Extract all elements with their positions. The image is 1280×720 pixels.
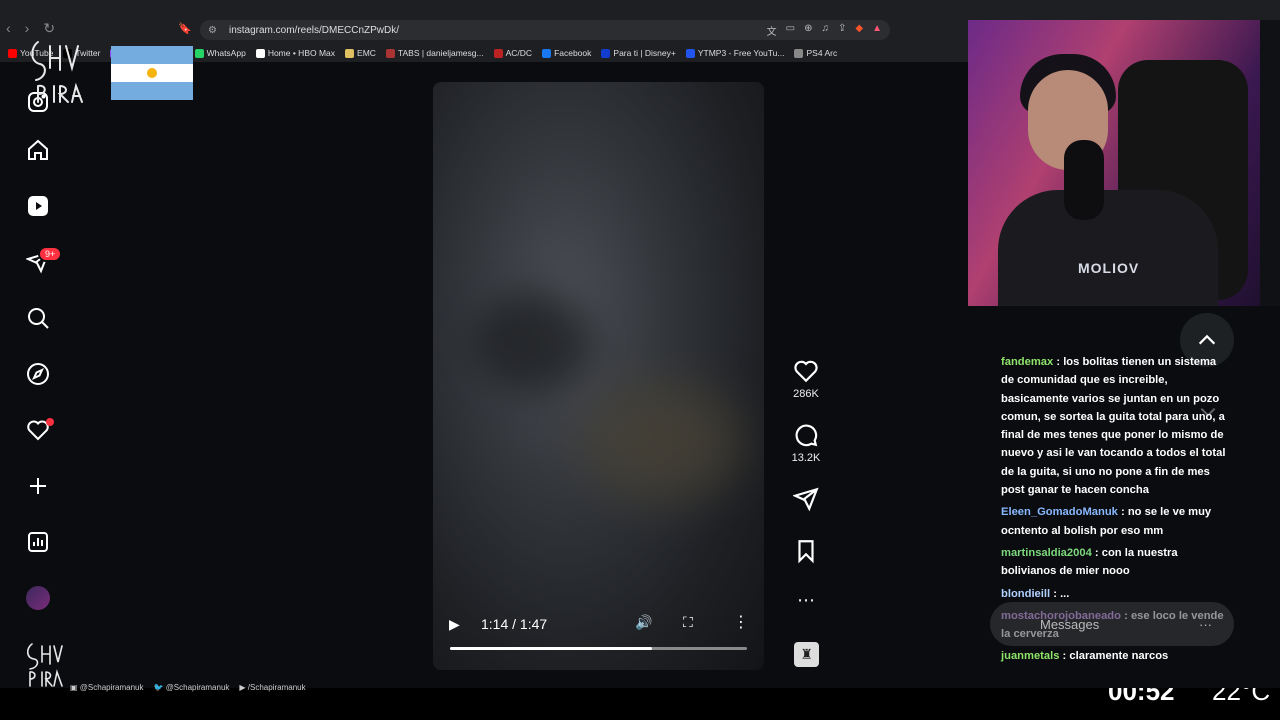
chat-username[interactable]: juanmetals — [1001, 650, 1059, 662]
site-settings-icon[interactable]: ⚙ — [208, 25, 217, 36]
bookmark-label: Home • HBO Max — [267, 48, 336, 58]
brave-shield-icon[interactable]: ◆ — [855, 23, 863, 38]
bookmark-item[interactable]: EMC — [345, 48, 376, 58]
bookmark-label: YTMP3 - Free YouTu... — [697, 48, 785, 58]
bookmark-item[interactable]: YTMP3 - Free YouTu... — [685, 48, 785, 58]
ytmp3-icon — [685, 48, 695, 58]
translate-icon[interactable]: 文 — [767, 23, 777, 38]
url-text: instagram.com/reels/DMECCnZPwDk/ — [228, 24, 400, 36]
address-bar-tools: 文 ▭ ⊕ ♫ ⇪ ◆ ▲ — [767, 23, 882, 38]
argentina-flag-icon — [111, 46, 193, 100]
chat-text: los bolitas tienen un sistema de comunid… — [1001, 356, 1226, 497]
bookmark-save-icon — [798, 540, 814, 564]
bookmark-item[interactable]: Para ti | Disney+ — [601, 48, 676, 58]
shirt-text: MOLIOV — [1078, 260, 1140, 276]
video-controls: ▶ 1:14 / 1:47 🔊 ⛶ ⋮ — [449, 612, 749, 636]
bookmark-label: EMC — [357, 48, 376, 58]
play-icon[interactable]: ▶ — [449, 616, 467, 633]
address-bar[interactable]: ⚙ instagram.com/reels/DMECCnZPwDk/ 文 ▭ ⊕… — [200, 20, 890, 40]
chat-message: Eleen_GomadoManuk : no se le ve muy ocnt… — [1001, 506, 1212, 537]
more-options-icon[interactable]: ⋯ — [786, 590, 826, 611]
chat-message: martinsaldia2004 : con la nuestra bolivi… — [1001, 546, 1178, 578]
share-button[interactable] — [786, 486, 826, 516]
bookmark-item[interactable]: PS4 Arc — [794, 48, 837, 58]
search-icon[interactable] — [24, 304, 52, 332]
fullscreen-icon[interactable]: ⛶ — [683, 614, 693, 631]
audio-thumbnail[interactable]: ♜ — [794, 642, 819, 667]
social-handles: ▣ @Schapiramanuk 🐦 @Schapiramanuk ▶ /Sch… — [70, 683, 306, 692]
tabs-icon — [385, 48, 395, 58]
whatsapp-icon — [194, 48, 204, 58]
page-edge — [1260, 20, 1280, 306]
messages-more-icon[interactable]: ··· — [1199, 617, 1212, 632]
video-progress-bar[interactable] — [450, 647, 747, 650]
video-progress-fill — [450, 647, 652, 650]
hbo-icon — [255, 48, 265, 58]
send-icon — [793, 487, 819, 512]
save-button[interactable] — [786, 538, 826, 568]
back-icon[interactable]: ‹ — [6, 20, 11, 37]
disney-icon — [601, 48, 611, 58]
acdc-icon — [493, 48, 503, 58]
bookmark-label: AC/DC — [505, 48, 533, 58]
chat-message: fandemax : los bolitas tienen un sistema… — [1001, 356, 1226, 497]
messages-button[interactable]: Messages ··· — [990, 602, 1234, 646]
heart-icon — [794, 360, 818, 383]
chat-text: claramente narcos — [1069, 650, 1169, 663]
bookmark-icon[interactable]: 🔖 — [178, 22, 192, 35]
brave-rewards-icon[interactable]: ▲ — [872, 23, 882, 38]
bookmark-label: PS4 Arc — [806, 48, 838, 58]
messages-label: Messages — [1040, 616, 1100, 632]
youtube-icon — [8, 48, 17, 58]
bookmark-label: WhatsApp — [206, 48, 246, 58]
dashboard-icon[interactable] — [24, 528, 52, 556]
streamer-logo-small — [26, 643, 63, 687]
profile-avatar[interactable] — [26, 586, 50, 610]
bookmark-item[interactable]: Facebook — [542, 48, 591, 58]
streamer-logo — [31, 41, 83, 103]
comment-button[interactable]: 13.2K — [786, 422, 826, 464]
bookmark-item[interactable]: AC/DC — [493, 48, 533, 58]
chat-username[interactable]: martinsaldia2004 — [1001, 547, 1092, 559]
create-icon[interactable] — [24, 472, 52, 500]
bookmark-item[interactable]: Home • HBO Max — [255, 48, 336, 58]
chat-username[interactable]: fandemax — [1001, 356, 1053, 368]
bookmark-label: Para ti | Disney+ — [613, 48, 676, 58]
comment-icon — [795, 424, 818, 447]
webcam-feed: MOLIOV — [968, 20, 1260, 306]
bookmark-item[interactable]: WhatsApp — [194, 48, 246, 58]
chat-message: blondieill : ... — [1001, 587, 1070, 600]
comment-count: 13.2K — [791, 452, 821, 464]
video-time: 1:14 / 1:47 — [481, 616, 548, 632]
globe-icon — [794, 48, 804, 58]
video-more-icon[interactable]: ⋮ — [733, 612, 749, 632]
cast-icon[interactable]: ▭ — [786, 23, 795, 38]
zoom-icon[interactable]: ⊕ — [804, 23, 812, 38]
reels-icon[interactable] — [24, 192, 52, 220]
youtube-handle: ▶ /Schapiramanuk — [239, 683, 306, 692]
bookmark-item[interactable]: TABS | danieljamesg... — [385, 48, 484, 58]
chevron-up-icon — [1198, 334, 1216, 345]
notification-badge: 9+ — [38, 246, 63, 262]
share-icon[interactable]: ⇪ — [838, 23, 846, 38]
stream-bottom-bar — [0, 688, 1280, 720]
reel-video[interactable]: ▶ 1:14 / 1:47 🔊 ⛶ ⋮ — [433, 82, 764, 670]
chat-message: juanmetals : claramente narcos — [1001, 650, 1169, 663]
emc-icon — [345, 48, 355, 58]
chat-username[interactable]: blondieill — [1001, 588, 1050, 600]
chat-username[interactable]: Eleen_GomadoManuk — [1001, 506, 1118, 518]
chat-text: ... — [1060, 587, 1070, 600]
like-count: 286K — [793, 388, 819, 400]
volume-icon[interactable]: 🔊 — [635, 614, 652, 631]
bookmark-label: Facebook — [554, 48, 592, 58]
music-icon[interactable]: ♫ — [822, 23, 830, 38]
instagram-handle: ▣ @Schapiramanuk — [70, 683, 144, 692]
twitter-handle: 🐦 @Schapiramanuk — [153, 683, 230, 692]
home-icon[interactable] — [24, 136, 52, 164]
explore-icon[interactable] — [24, 360, 52, 388]
facebook-icon — [542, 48, 552, 58]
bookmark-label: TABS | danieljamesg... — [397, 48, 484, 58]
like-button[interactable]: 286K — [786, 358, 826, 400]
activity-dot — [46, 418, 54, 426]
